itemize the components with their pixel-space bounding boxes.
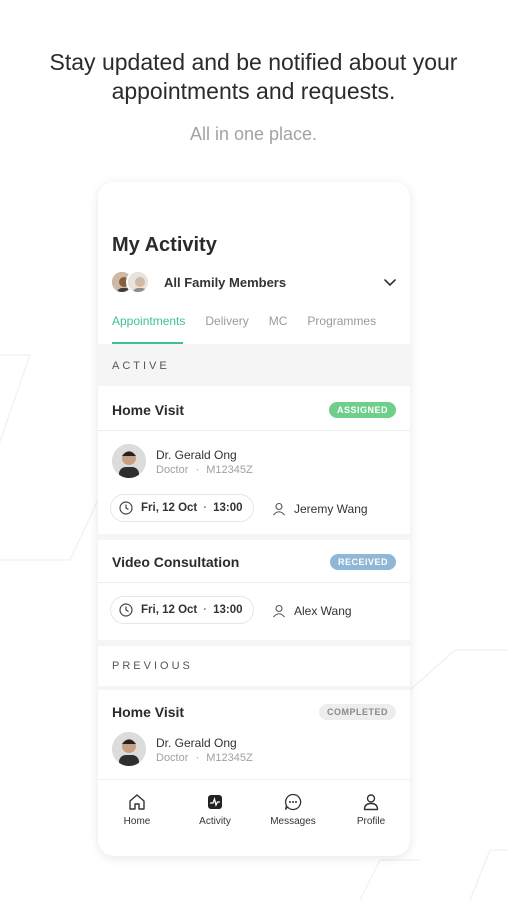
tab-delivery[interactable]: Delivery [205,314,248,344]
status-badge: COMPLETED [318,704,396,720]
appointment-datetime: Fri, 12 Oct · 13:00 [110,596,254,624]
doctor-id: M12345Z [206,752,253,764]
appointment-time: 13:00 [213,502,243,514]
bottom-navigation: Home Activity Messages Profile [98,780,410,856]
chevron-down-icon [384,279,396,287]
profile-icon [363,794,379,811]
appointment-card[interactable]: Home Visit COMPLETED Dr. Gerald Ong Doct… [98,690,410,780]
appointment-card[interactable]: Video Consultation RECEIVED Fri, 12 Oct … [98,540,410,640]
activity-icon [208,795,222,809]
appointment-time: 13:00 [213,604,243,616]
separator: · [195,752,200,764]
clock-icon [119,501,133,515]
doctor-avatar [112,732,146,766]
separator: · [195,464,200,476]
patient-info: Alex Wang [272,604,352,618]
separator: · [203,604,208,616]
section-label-active: ACTIVE [112,360,170,372]
divider [98,430,410,431]
doctor-avatar [112,444,146,478]
nav-label: Activity [199,816,231,827]
doctor-meta: Doctor · M12345Z [156,752,253,764]
appointment-card[interactable]: Home Visit ASSIGNED Dr. Gerald Ong Docto… [98,386,410,534]
family-avatars [110,269,152,295]
appointment-title: Home Visit [112,704,185,720]
messages-icon [284,793,302,811]
nav-activity[interactable]: Activity [180,792,250,856]
nav-label: Messages [270,816,316,827]
tab-programmes[interactable]: Programmes [307,314,376,344]
tab-mc[interactable]: MC [269,314,288,344]
nav-label: Profile [356,816,386,827]
page-title: My Activity [112,234,217,256]
nav-profile[interactable]: Profile [336,792,406,856]
patient-name: Jeremy Wang [294,502,368,516]
phone-screen: My Activity All Family Members Appointme… [98,182,410,856]
nav-messages[interactable]: Messages [258,792,328,856]
family-selector-label: All Family Members [164,274,287,290]
patient-info: Jeremy Wang [272,502,368,516]
appointment-datetime: Fri, 12 Oct · 13:00 [110,494,254,522]
person-icon [273,502,285,516]
doctor-id: M12345Z [206,464,253,476]
family-member-selector[interactable]: All Family Members [110,268,398,296]
doctor-name: Dr. Gerald Ong [156,736,237,750]
doctor-meta: Doctor · M12345Z [156,464,253,476]
doctor-role: Doctor [156,752,189,764]
divider [98,582,410,583]
activity-tabs: Appointments Delivery MC Programmes [112,314,410,346]
tab-appointments[interactable]: Appointments [112,314,185,344]
doctor-name: Dr. Gerald Ong [156,448,237,462]
appointment-title: Video Consultation [112,554,240,570]
appointment-date: Fri, 12 Oct [141,502,198,514]
status-badge: RECEIVED [329,554,396,570]
separator: · [203,502,208,514]
hero-title: Stay updated and be notified about your … [49,49,458,104]
doctor-role: Doctor [156,464,189,476]
section-label-previous: PREVIOUS [112,660,193,672]
appointment-title: Home Visit [112,402,185,418]
person-icon [273,604,285,618]
clock-icon [119,603,133,617]
hero-subtitle: All in one place. [189,124,318,144]
nav-home[interactable]: Home [102,792,172,856]
status-badge: ASSIGNED [328,402,396,418]
section-header-previous: PREVIOUS [98,646,410,686]
appointment-date: Fri, 12 Oct [141,604,198,616]
avatar [126,270,150,294]
patient-name: Alex Wang [294,604,352,618]
home-icon [129,794,145,810]
nav-label: Home [123,816,151,827]
